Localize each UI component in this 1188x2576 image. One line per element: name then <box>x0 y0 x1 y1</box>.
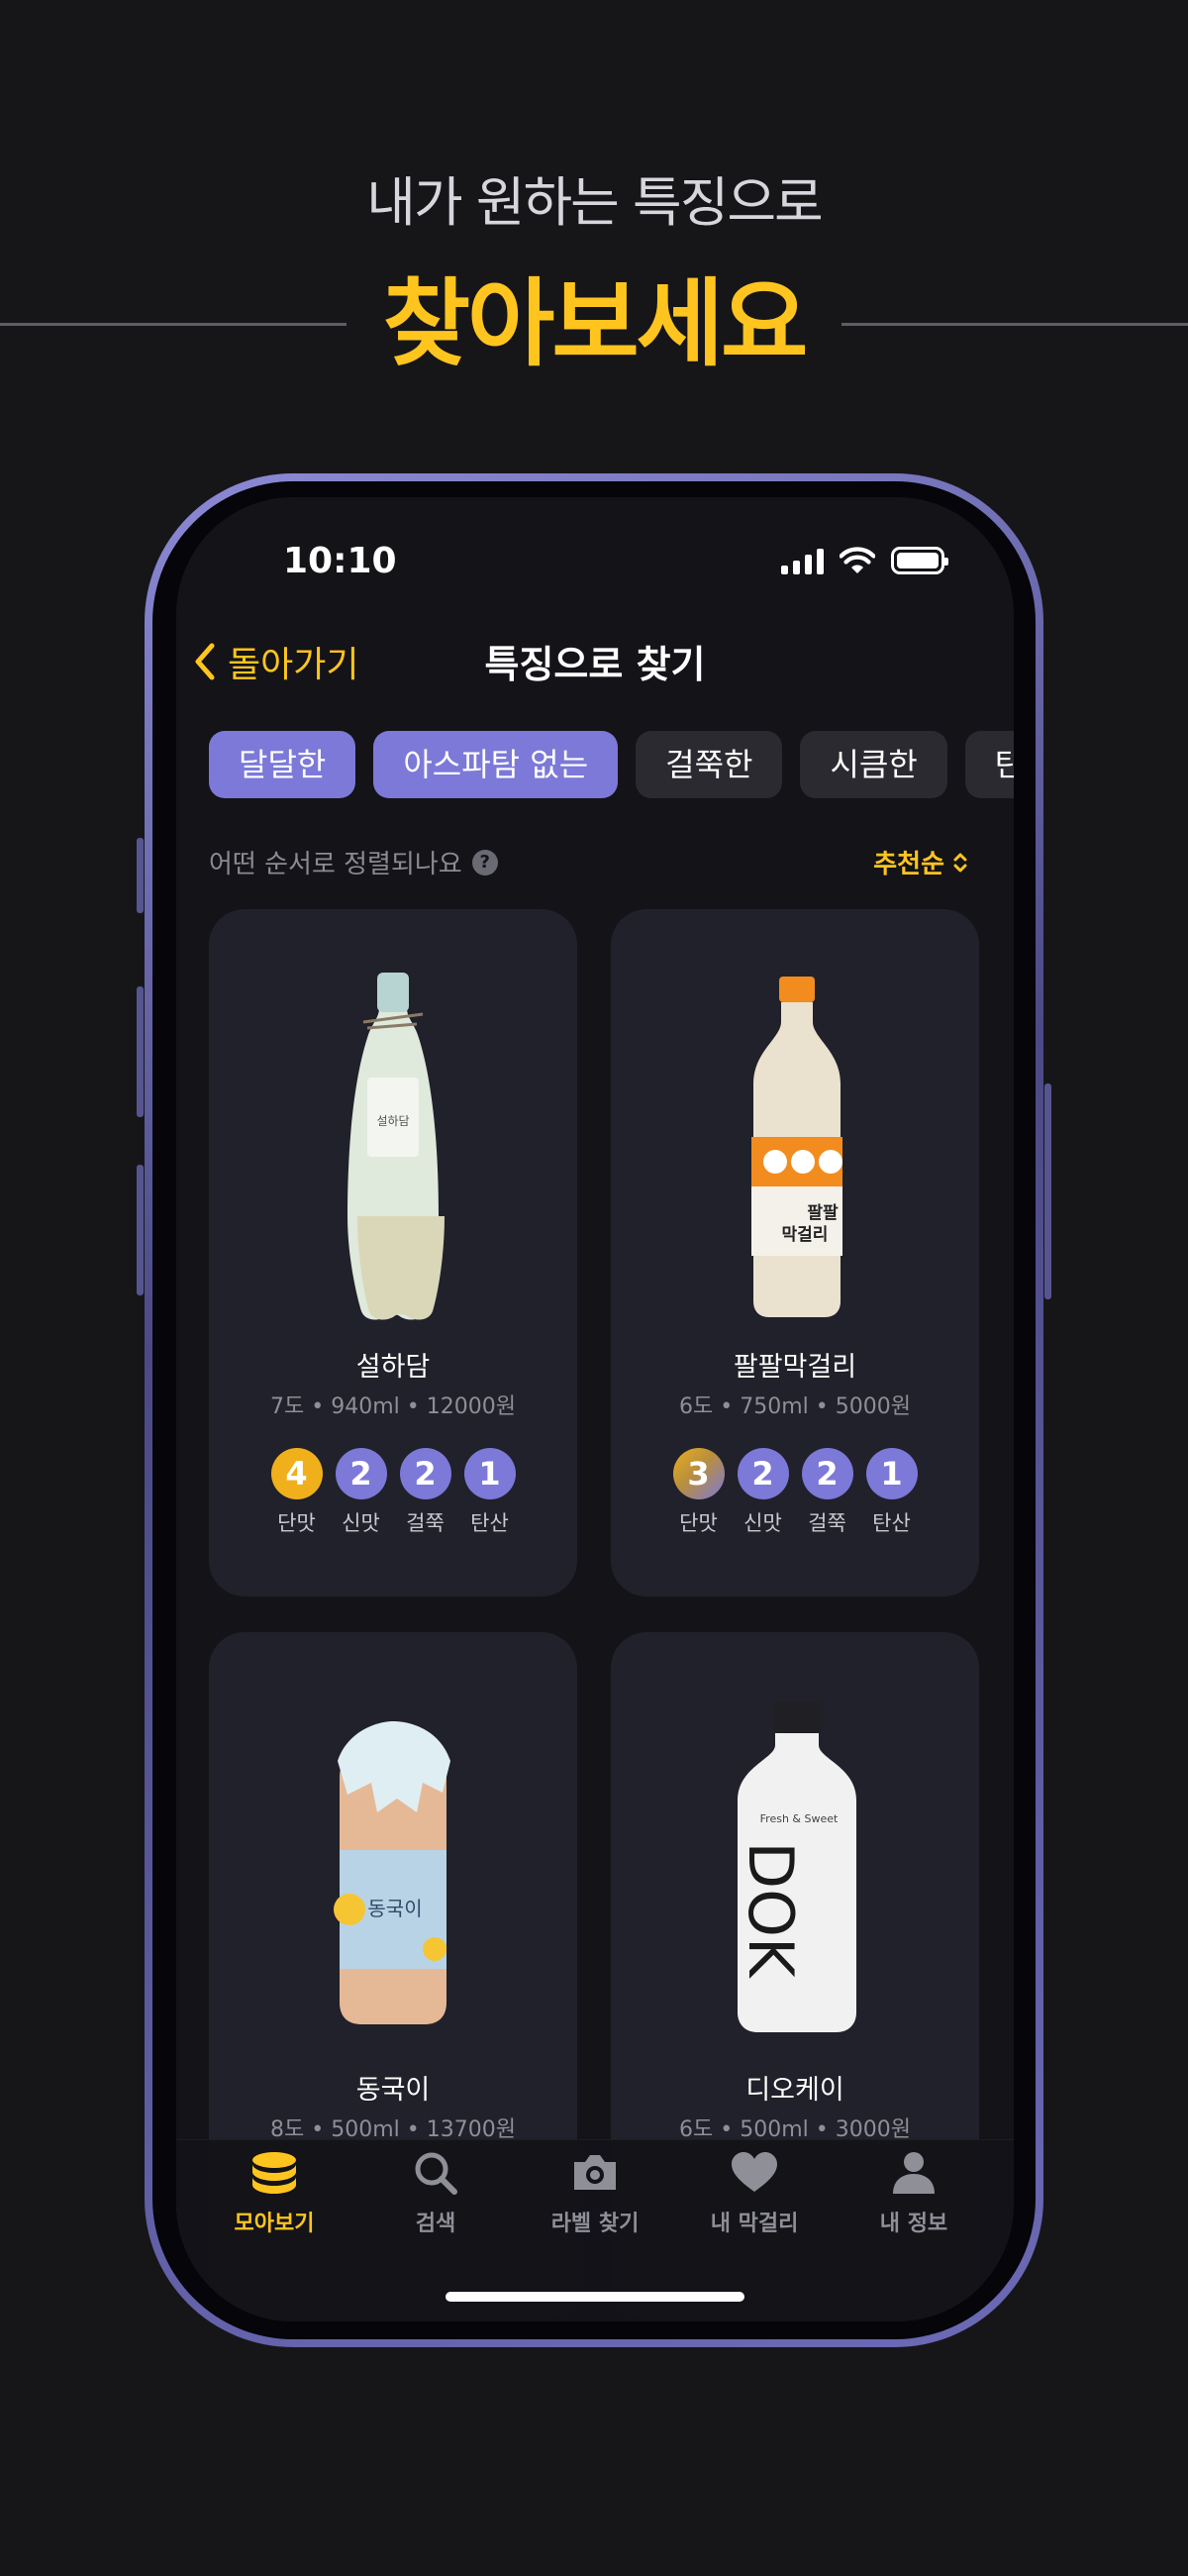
bottle-label-text: 동국이 <box>367 1897 422 1920</box>
coin-stack-icon <box>252 2152 296 2194</box>
filter-chip-row[interactable]: 달달한 아스파탐 없는 걸쭉한 시큼한 탄 <box>209 731 1014 798</box>
bottle-label-text: 설하담 <box>376 1114 409 1128</box>
product-meta: 6도 • 750ml • 5000원 <box>679 1394 911 1419</box>
score-label: 걸쭉 <box>406 1511 445 1535</box>
chevron-left-icon <box>195 643 215 680</box>
filter-chip-carbonated[interactable]: 탄 <box>964 731 1014 798</box>
sort-selected-label: 추천순 <box>873 850 944 879</box>
back-button[interactable]: 돌아가기 <box>194 636 358 687</box>
cellular-signal-icon <box>781 549 824 574</box>
tab-collection[interactable]: 모아보기 <box>195 2150 353 2237</box>
score-value: 3 <box>672 1448 725 1499</box>
score-thickness: 2 걸쭉 <box>399 1448 451 1537</box>
score-label: 걸쭉 <box>808 1511 846 1535</box>
mute-switch <box>137 838 144 913</box>
product-name: 동국이 <box>355 2075 431 2106</box>
score-label: 단맛 <box>679 1511 718 1535</box>
sort-question-label: 어떤 순서로 정렬되나요 <box>209 850 462 879</box>
filter-chip-thick[interactable]: 걸쭉한 <box>636 731 783 798</box>
score-value: 2 <box>399 1448 451 1499</box>
filter-chip-sour[interactable]: 시큼한 <box>800 731 947 798</box>
sort-dropdown[interactable]: 추천순 <box>873 844 968 880</box>
search-icon <box>415 2152 457 2195</box>
product-name: 디오케이 <box>745 2075 844 2106</box>
help-icon[interactable]: ? <box>471 849 498 876</box>
status-icons <box>781 547 948 574</box>
tab-my-info[interactable]: 내 정보 <box>835 2150 993 2237</box>
score-carbonation: 1 탄산 <box>463 1448 516 1537</box>
score-value: 1 <box>865 1448 918 1499</box>
sort-question: 어떤 순서로 정렬되나요 ? <box>209 844 498 880</box>
tab-label: 내 정보 <box>879 2212 948 2236</box>
tab-label: 검색 <box>415 2212 456 2236</box>
score-carbonation: 1 탄산 <box>865 1448 918 1537</box>
battery-icon <box>891 547 948 574</box>
wifi-icon <box>840 547 875 573</box>
bottle-label-text: 팔팔 <box>807 1203 839 1223</box>
product-meta: 7도 • 940ml • 12000원 <box>270 1394 516 1419</box>
score-sweetness: 4 단맛 <box>270 1448 323 1537</box>
person-icon <box>893 2152 935 2194</box>
back-button-label: 돌아가기 <box>228 645 359 685</box>
product-card[interactable]: 팔팔 막걸리 팔팔막걸리 6도 • 750ml • 5000원 3 단맛 2 신맛 … <box>611 909 979 1597</box>
status-time: 10:10 <box>283 541 397 581</box>
camera-icon <box>574 2155 616 2190</box>
bottle-label-text: 막걸리 <box>782 1225 829 1245</box>
power-button <box>1044 1083 1051 1299</box>
product-name: 팔팔막걸리 <box>733 1352 857 1383</box>
score-sweetness: 3 단맛 <box>672 1448 725 1537</box>
taste-scores: 3 단맛 2 신맛 2 걸쭉 1 탄산 <box>611 1448 979 1537</box>
volume-up-button <box>137 986 144 1117</box>
bottle-image: Fresh & Sweet DOK <box>735 1701 856 2032</box>
tab-label: 내 막걸리 <box>710 2212 799 2236</box>
bottle-label-text: DOK <box>735 1841 807 1979</box>
promo-headline: 찾아보세요 <box>382 268 809 379</box>
filter-chip-no-aspartame[interactable]: 아스파탐 없는 <box>373 731 619 798</box>
score-value: 2 <box>737 1448 789 1499</box>
bottle-image: 팔팔 막걸리 <box>751 977 842 1317</box>
score-value: 1 <box>463 1448 516 1499</box>
svg-text:Fresh & Sweet: Fresh & Sweet <box>760 1812 839 1825</box>
promo-subtitle: 내가 원하는 특징으로 <box>366 171 823 234</box>
tab-label: 라벨 찾기 <box>550 2212 640 2236</box>
bottle-image: 설하담 <box>347 973 445 1320</box>
filter-chip-sweet[interactable]: 달달한 <box>209 731 356 798</box>
app-screen: 10:10 특징으로 찾기 돌아가기 달달한 아스파탐 없는 걸쭉한 시큼한 탄… <box>176 497 1014 2321</box>
score-label: 신맛 <box>342 1511 380 1535</box>
score-label: 탄산 <box>470 1511 509 1535</box>
score-value: 4 <box>270 1448 323 1499</box>
home-indicator[interactable] <box>446 2292 744 2302</box>
score-sourness: 2 신맛 <box>335 1448 387 1537</box>
product-name: 설하담 <box>355 1352 431 1383</box>
score-label: 신맛 <box>743 1511 782 1535</box>
bottle-image: 동국이 <box>334 1721 450 2024</box>
tab-label: 모아보기 <box>234 2212 315 2236</box>
tab-my-makgeolli[interactable]: 내 막걸리 <box>675 2150 834 2237</box>
score-label: 탄산 <box>872 1511 911 1535</box>
score-value: 2 <box>335 1448 387 1499</box>
taste-scores: 4 단맛 2 신맛 2 걸쭉 1 탄산 <box>209 1448 577 1537</box>
score-sourness: 2 신맛 <box>737 1448 789 1537</box>
score-thickness: 2 걸쭉 <box>801 1448 853 1537</box>
score-label: 단맛 <box>277 1511 316 1535</box>
tab-label-scan[interactable]: 라벨 찾기 <box>516 2150 674 2237</box>
chevron-updown-icon <box>953 853 967 872</box>
heart-icon <box>732 2152 777 2192</box>
promo-headline-row: 찾아보세요 <box>0 259 1188 388</box>
tab-search[interactable]: 검색 <box>356 2150 515 2237</box>
volume-down-button <box>137 1165 144 1295</box>
product-card[interactable]: 설하담 설하담 7도 • 940ml • 12000원 4 단맛 2 신맛 2 걸쭉 … <box>209 909 577 1597</box>
score-value: 2 <box>801 1448 853 1499</box>
